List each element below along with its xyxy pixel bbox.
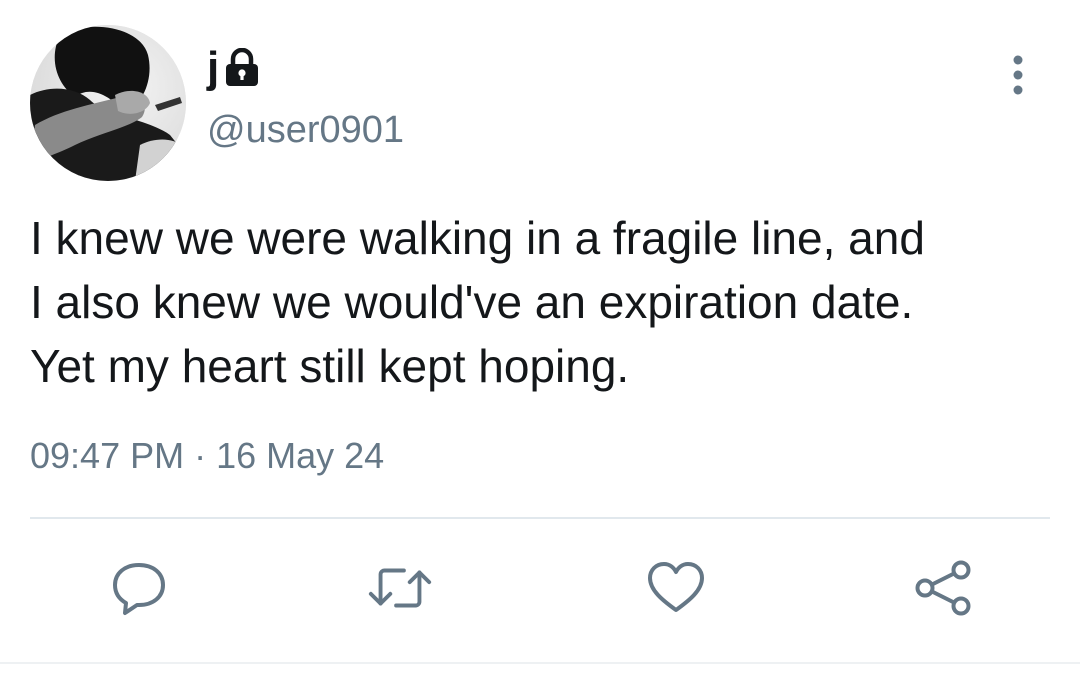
vertical-ellipsis-icon[interactable]: [1000, 52, 1036, 98]
bottom-divider: [0, 662, 1080, 664]
avatar-photo: [30, 25, 186, 181]
author-name-row: j: [207, 38, 261, 98]
like-button[interactable]: [641, 556, 711, 620]
share-icon: [915, 560, 971, 616]
tweet-card: j @user0901 I knew we were walking in a …: [0, 0, 1080, 681]
tweet-timestamp: 09:47 PM · 16 May 24: [30, 434, 384, 477]
avatar[interactable]: [30, 25, 186, 181]
divider: [30, 517, 1050, 519]
comment-bubble-icon: [113, 563, 165, 615]
reply-button[interactable]: [104, 556, 174, 620]
meta-separator: ·: [184, 435, 217, 476]
lock-icon: [223, 47, 261, 88]
display-name[interactable]: j: [207, 46, 219, 90]
retweet-icon: [368, 568, 432, 608]
share-button[interactable]: [908, 556, 978, 620]
heart-icon: [648, 562, 704, 612]
tweet-time: 09:47 PM: [30, 435, 185, 476]
user-handle[interactable]: @user0901: [207, 108, 404, 154]
tweet-date: 16 May 24: [216, 435, 385, 476]
tweet-text: I knew we were walking in a fragile line…: [30, 212, 925, 392]
retweet-button[interactable]: [365, 556, 435, 620]
